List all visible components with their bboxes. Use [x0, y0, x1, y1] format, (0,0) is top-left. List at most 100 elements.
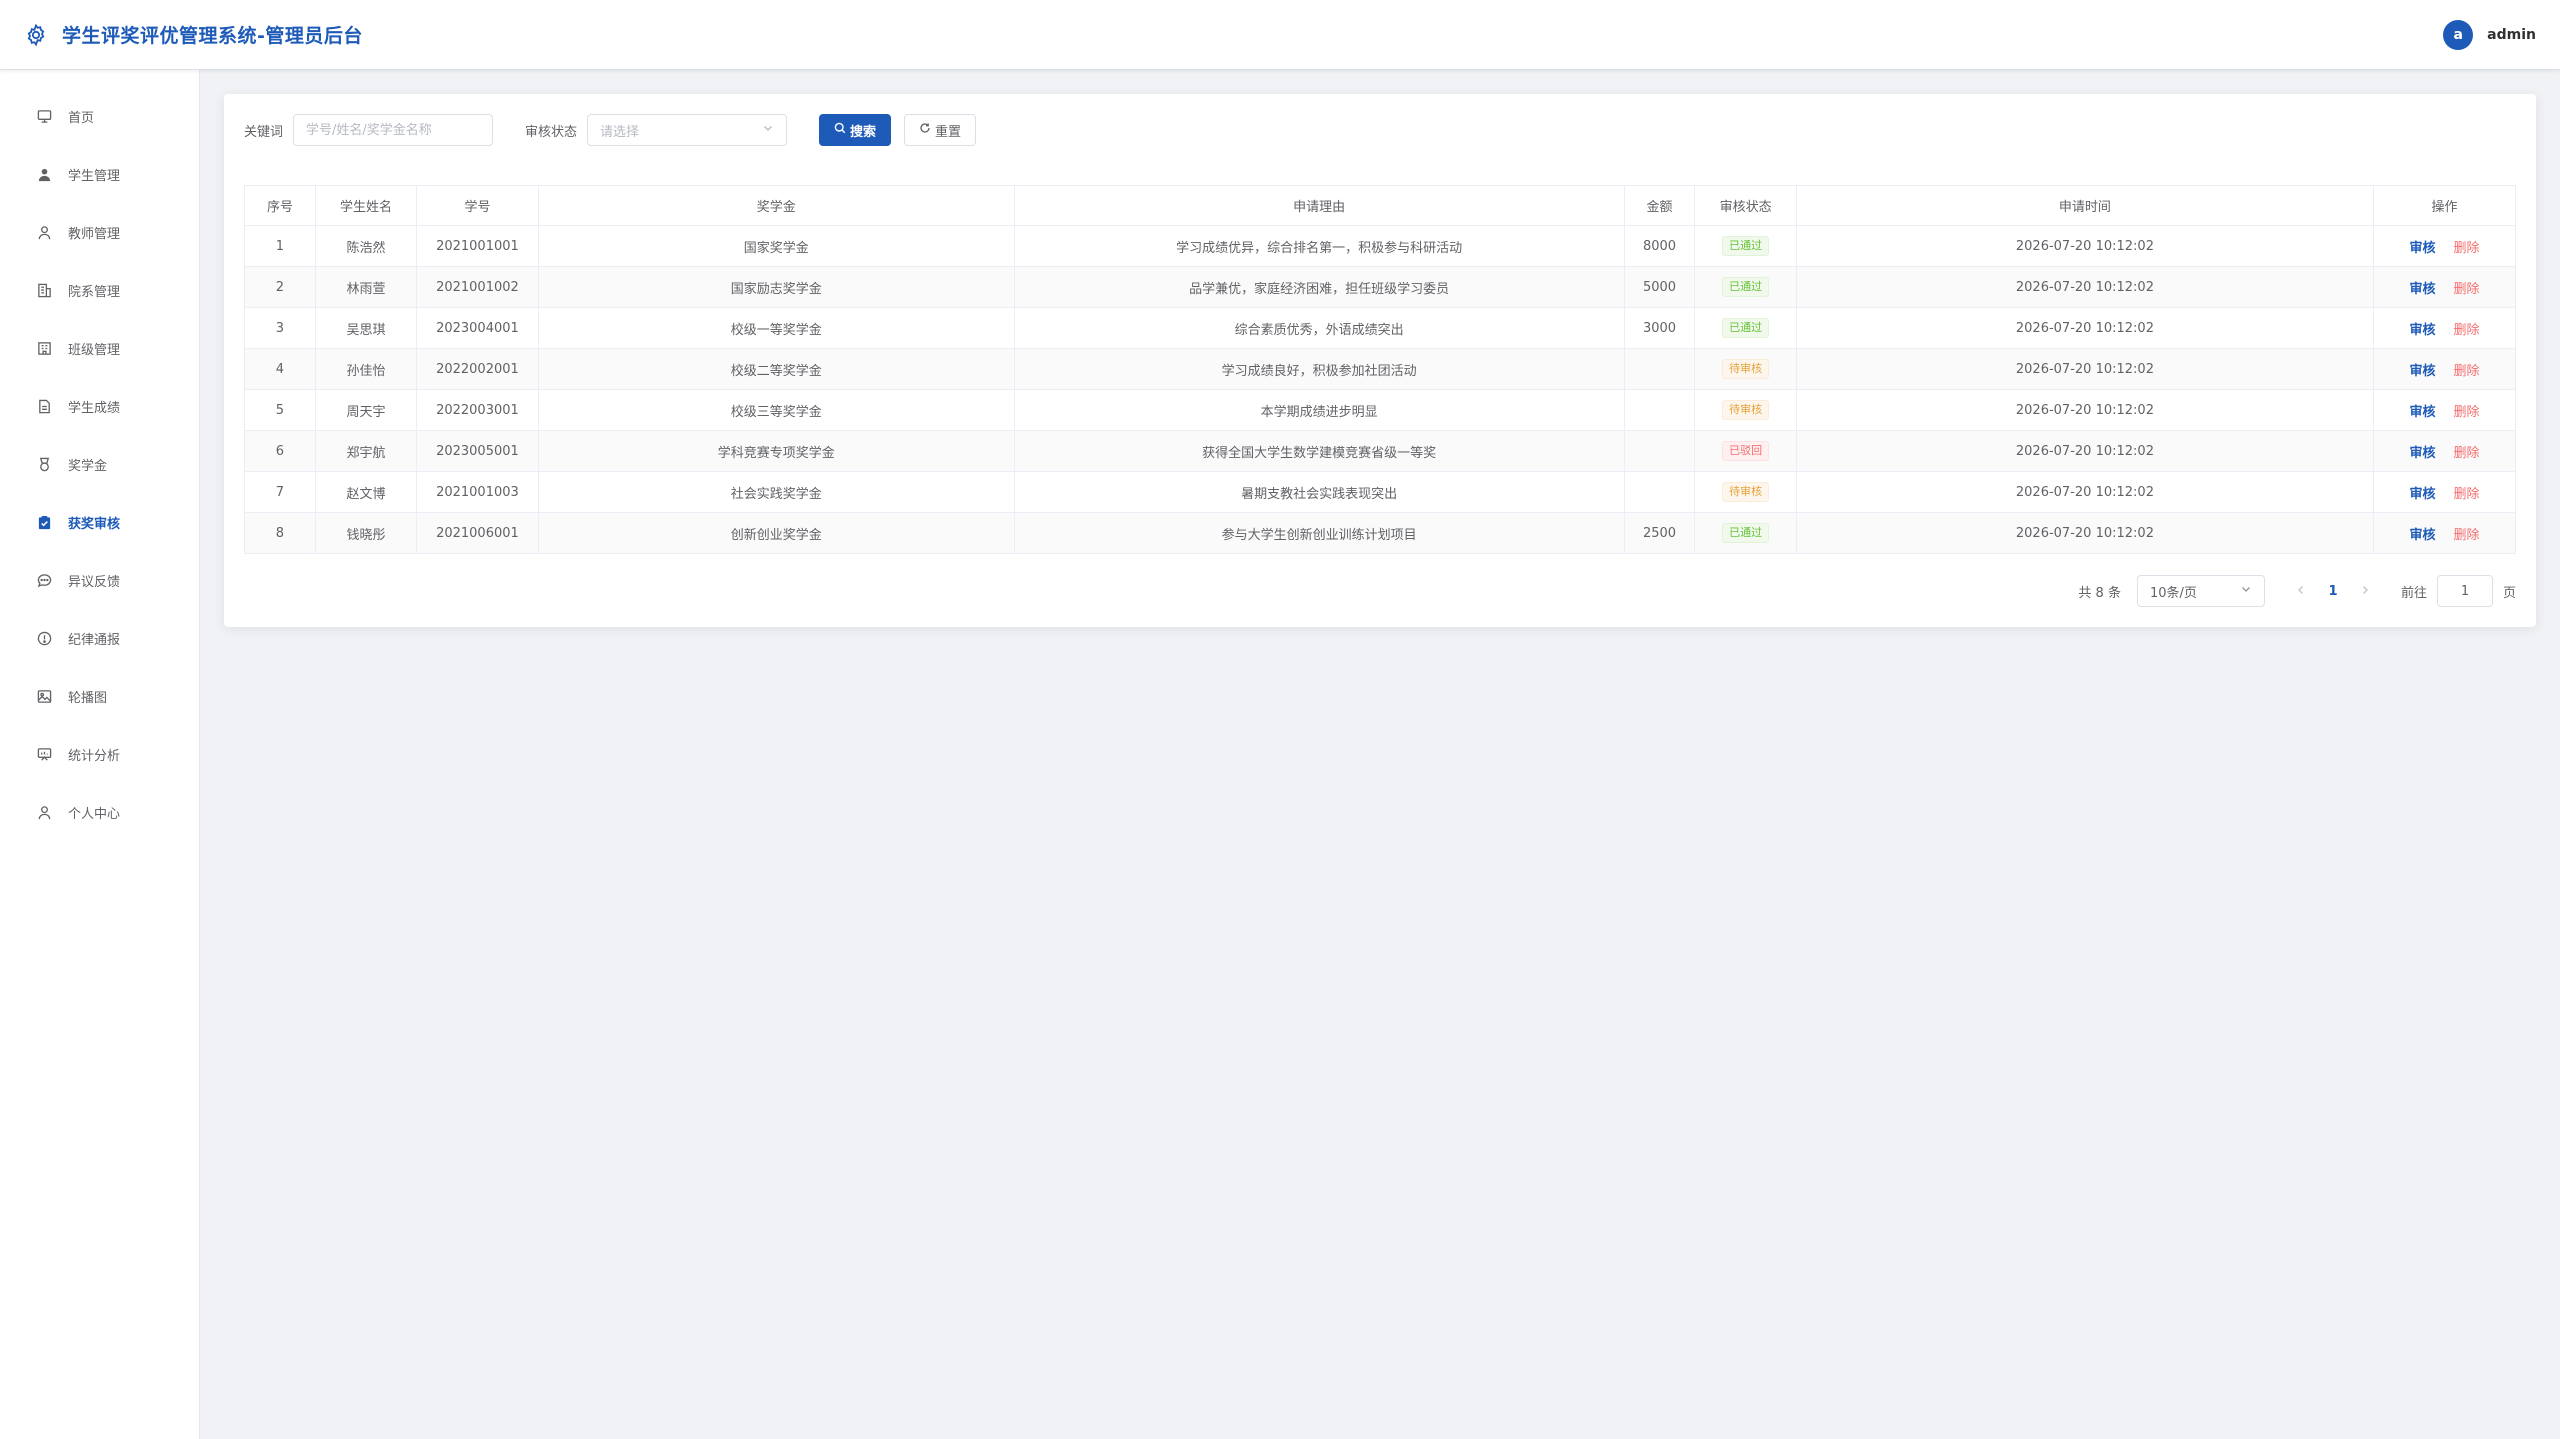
cell-index: 2 — [244, 266, 316, 308]
cell-student-id: 2021001001 — [416, 225, 539, 267]
cell-status: 已通过 — [1694, 225, 1797, 267]
pagination: 共 8 条 10条/页 1 前往 页 — [2078, 575, 2516, 607]
table-row: 5 周天宇 2022003001 校级三等奖学金 本学期成绩进步明显 待审核 2… — [244, 389, 2516, 431]
cell-reason: 综合素质优秀，外语成绩突出 — [1013, 307, 1625, 349]
cell-student-id: 2023004001 — [416, 307, 539, 349]
page-size-value: 10条/页 — [2149, 585, 2197, 601]
cell-scholarship: 校级一等奖学金 — [537, 307, 1015, 349]
cell-amount — [1623, 471, 1696, 513]
page-number-1[interactable]: 1 — [2313, 584, 2353, 599]
cell-time: 2026-07-20 10:12:02 — [1795, 266, 2375, 308]
sidebar-item-scores[interactable]: 学生成绩 — [0, 377, 199, 435]
next-page-button[interactable] — [2353, 584, 2377, 599]
goto-label: 前往 — [2400, 585, 2427, 601]
sidebar-item-label: 学生成绩 — [68, 400, 121, 416]
review-button[interactable]: 审核 — [2410, 237, 2436, 256]
cell-scholarship: 学科竞赛专项奖学金 — [537, 430, 1015, 472]
sidebar-item-feedback[interactable]: 异议反馈 — [0, 551, 199, 609]
reset-button[interactable]: 重置 — [904, 114, 977, 146]
search-button[interactable]: 搜索 — [819, 114, 892, 146]
sidebar-item-scholarships[interactable]: 奖学金 — [0, 435, 199, 493]
table-row: 8 钱晓彤 2021006001 创新创业奖学金 参与大学生创新创业训练计划项目… — [244, 512, 2516, 554]
cell-reason: 学习成绩优异，综合排名第一，积极参与科研活动 — [1013, 225, 1625, 267]
user-menu[interactable]: a admin — [2443, 19, 2536, 50]
sidebar-item-students[interactable]: 学生管理 — [0, 145, 199, 203]
cell-name: 赵文博 — [314, 471, 418, 513]
status-badge: 待审核 — [1722, 359, 1770, 379]
monitor-icon — [36, 108, 52, 124]
sidebar-item-discipline[interactable]: 纪律通报 — [0, 609, 199, 667]
sidebar-item-home[interactable]: 首页 — [0, 87, 199, 145]
cell-scholarship: 社会实践奖学金 — [537, 471, 1015, 513]
sidebar-item-label: 纪律通报 — [68, 632, 121, 648]
status-select[interactable]: 请选择 — [587, 114, 788, 146]
cell-status: 已通过 — [1694, 307, 1797, 349]
sidebar-item-classes[interactable]: 班级管理 — [0, 319, 199, 377]
col-header-actions: 操作 — [2373, 185, 2516, 226]
warning-icon — [36, 630, 52, 646]
cell-actions: 审核 删除 — [2373, 430, 2516, 472]
cell-index: 6 — [244, 430, 316, 472]
cell-reason: 参与大学生创新创业训练计划项目 — [1013, 512, 1625, 554]
table-row: 3 吴思琪 2023004001 校级一等奖学金 综合素质优秀，外语成绩突出 3… — [244, 307, 2516, 349]
app-title: 学生评奖评优管理系统-管理员后台 — [62, 25, 363, 47]
goto-page-input[interactable] — [2436, 575, 2493, 607]
status-badge: 已通过 — [1722, 318, 1770, 338]
review-button[interactable]: 审核 — [2410, 360, 2436, 379]
delete-button[interactable]: 删除 — [2454, 442, 2480, 461]
cell-amount — [1623, 389, 1696, 431]
sidebar-item-award-review[interactable]: 获奖审核 — [0, 493, 199, 551]
cell-amount: 8000 — [1623, 225, 1696, 267]
reset-button-label: 重置 — [935, 124, 962, 140]
keyword-input[interactable] — [293, 114, 494, 146]
cell-amount: 3000 — [1623, 307, 1696, 349]
data-board-icon — [36, 746, 52, 762]
cell-status: 待审核 — [1694, 471, 1797, 513]
review-button[interactable]: 审核 — [2410, 524, 2436, 543]
delete-button[interactable]: 删除 — [2454, 524, 2480, 543]
picture-icon — [36, 688, 52, 704]
username[interactable]: admin — [2487, 27, 2536, 43]
cell-index: 3 — [244, 307, 316, 349]
sidebar-item-teachers[interactable]: 教师管理 — [0, 203, 199, 261]
cell-amount: 2500 — [1623, 512, 1696, 554]
refresh-icon — [919, 122, 931, 138]
cell-name: 吴思琪 — [314, 307, 418, 349]
sidebar-item-departments[interactable]: 院系管理 — [0, 261, 199, 319]
sidebar-item-profile[interactable]: 个人中心 — [0, 783, 199, 841]
col-header-name: 学生姓名 — [314, 185, 418, 226]
delete-button[interactable]: 删除 — [2454, 319, 2480, 338]
cell-student-id: 2021006001 — [416, 512, 539, 554]
review-button[interactable]: 审核 — [2410, 401, 2436, 420]
sidebar-item-carousel[interactable]: 轮播图 — [0, 667, 199, 725]
cell-index: 5 — [244, 389, 316, 431]
cell-student-id: 2021001002 — [416, 266, 539, 308]
col-header-scholarship: 奖学金 — [537, 185, 1015, 226]
col-header-amount: 金额 — [1623, 185, 1696, 226]
prev-page-button[interactable] — [2289, 584, 2313, 599]
chevron-right-icon — [2363, 585, 2368, 594]
review-button[interactable]: 审核 — [2410, 319, 2436, 338]
delete-button[interactable]: 删除 — [2454, 237, 2480, 256]
sidebar-item-label: 个人中心 — [68, 806, 121, 822]
page-size-select[interactable]: 10条/页 — [2136, 575, 2265, 607]
sidebar-item-statistics[interactable]: 统计分析 — [0, 725, 199, 783]
delete-button[interactable]: 删除 — [2454, 278, 2480, 297]
gear-icon — [24, 23, 48, 47]
delete-button[interactable]: 删除 — [2454, 483, 2480, 502]
cell-status: 待审核 — [1694, 389, 1797, 431]
top-header: 学生评奖评优管理系统-管理员后台 a admin — [0, 0, 2560, 70]
sidebar-item-label: 轮播图 — [68, 690, 108, 706]
review-button[interactable]: 审核 — [2410, 483, 2436, 502]
avatar[interactable]: a — [2443, 19, 2474, 50]
delete-button[interactable]: 删除 — [2454, 401, 2480, 420]
table-header-row: 序号 学生姓名 学号 奖学金 申请理由 金额 审核状态 申请时间 操作 — [244, 185, 2516, 226]
col-header-status: 审核状态 — [1694, 185, 1797, 226]
review-button[interactable]: 审核 — [2410, 278, 2436, 297]
cell-index: 8 — [244, 512, 316, 554]
review-button[interactable]: 审核 — [2410, 442, 2436, 461]
status-badge: 已驳回 — [1722, 441, 1770, 461]
cell-actions: 审核 删除 — [2373, 389, 2516, 431]
user-filled-icon — [36, 166, 52, 182]
delete-button[interactable]: 删除 — [2454, 360, 2480, 379]
